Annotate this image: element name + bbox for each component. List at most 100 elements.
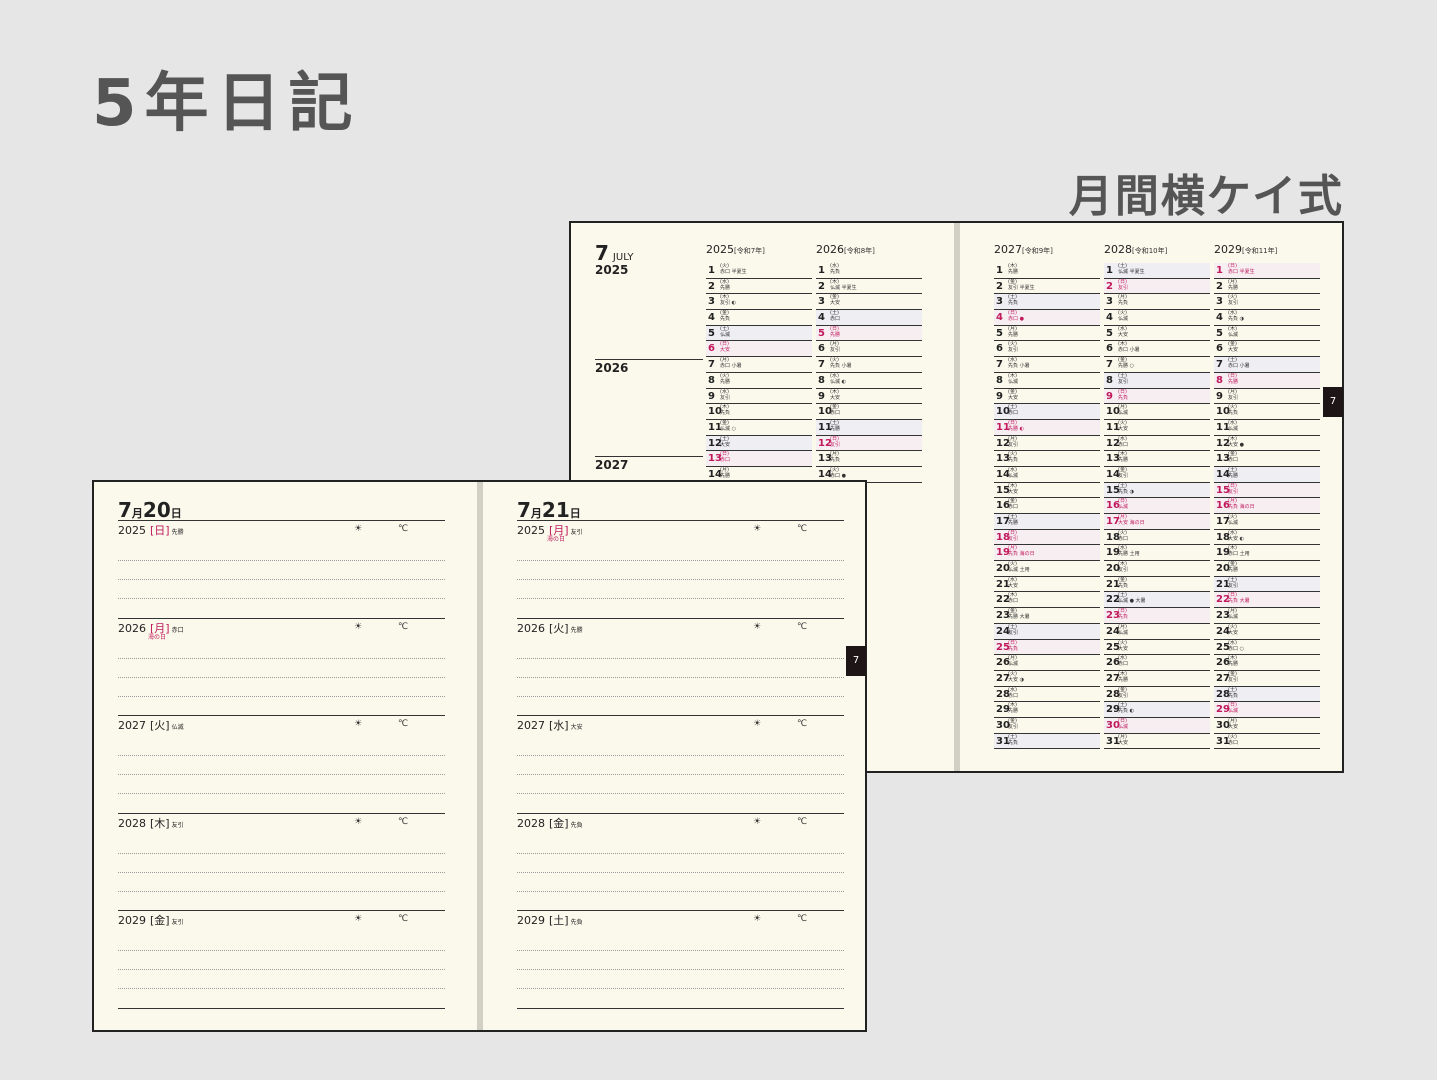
day-row[interactable]: 26 (木) 先勝 <box>1214 655 1320 671</box>
year-entry[interactable]: 2026 [月] 赤口 海の日 ☀ ℃ <box>118 617 445 715</box>
day-row[interactable]: 4 (金) 先負 <box>706 310 812 326</box>
day-row[interactable]: 16 (日) 仏滅 <box>1104 498 1210 514</box>
day-row[interactable]: 17 (火) 仏滅 <box>1214 514 1320 530</box>
day-row[interactable]: 7 (水) 先負 小暑 <box>994 357 1100 373</box>
day-row[interactable]: 9 (日) 先負 <box>1104 388 1210 405</box>
day-row[interactable]: 10 (土) 赤口 <box>994 404 1100 420</box>
day-row[interactable]: 11 (火) 大安 <box>1104 420 1210 436</box>
year-entry[interactable]: 2026 [火] 先勝 ☀ ℃ <box>517 617 844 715</box>
year-entry[interactable]: 2027 [火] 仏滅 ☀ ℃ <box>118 715 445 812</box>
day-row[interactable]: 14 (水) 仏滅 <box>994 467 1100 483</box>
day-row[interactable]: 24 (火) 大安 <box>1214 624 1320 640</box>
year-entry[interactable]: 2025 [月] 友引 海の日 ☀ ℃ <box>517 520 844 617</box>
day-row[interactable]: 22 (土) 仏滅 ● 大暑 <box>1104 592 1210 609</box>
day-row[interactable]: 28 (土) 先負 <box>1214 686 1320 703</box>
day-row[interactable]: 6 (火) 友引 <box>994 341 1100 358</box>
day-row[interactable]: 12 (日) 友引 <box>816 435 922 452</box>
year-entry[interactable]: 2028 [木] 友引 ☀ ℃ <box>118 812 445 910</box>
day-row[interactable]: 28 (水) 赤口 <box>994 687 1100 703</box>
day-row[interactable]: 16 (月) 先負 海の日 <box>1214 498 1320 514</box>
day-row[interactable]: 4 (水) 先負 ◑ <box>1214 310 1320 326</box>
day-row[interactable]: 31 (月) 大安 <box>1104 734 1210 750</box>
day-row[interactable]: 5 (月) 先勝 <box>994 326 1100 342</box>
day-row[interactable]: 14 (金) 友引 <box>1104 467 1210 483</box>
day-row[interactable]: 3 (金) 大安 <box>816 294 922 311</box>
day-row[interactable]: 18 (水) 大安 ◐ <box>1214 530 1320 546</box>
day-row[interactable]: 19 (木) 赤口 土用 <box>1214 545 1320 562</box>
day-row[interactable]: 22 (日) 先負 大暑 <box>1214 592 1320 609</box>
day-row[interactable]: 23 (月) 仏滅 <box>1214 608 1320 624</box>
day-row[interactable]: 31 (火) 赤口 <box>1214 734 1320 750</box>
day-row[interactable]: 26 (月) 仏滅 <box>994 655 1100 671</box>
day-row[interactable]: 5 (日) 先勝 <box>816 325 922 342</box>
month-tab[interactable]: 7 <box>1323 387 1343 417</box>
day-row[interactable]: 29 (土) 先負 ◐ <box>1104 702 1210 718</box>
day-row[interactable]: 8 (火) 先勝 <box>706 373 812 389</box>
day-row[interactable]: 13 (火) 先負 <box>994 451 1100 467</box>
day-row[interactable]: 4 (日) 赤口 ● <box>994 310 1100 326</box>
day-row[interactable]: 13 (日) 赤口 <box>706 451 812 467</box>
year-entry[interactable]: 2025 [日] 先勝 ☀ ℃ <box>118 520 445 617</box>
day-row[interactable]: 11 (日) 先勝 ◐ <box>994 419 1100 436</box>
day-row[interactable]: 9 (水) 友引 <box>706 389 812 405</box>
day-row[interactable]: 6 (木) 赤口 小暑 <box>1104 341 1210 358</box>
day-row[interactable]: 11 (金) 仏滅 ○ <box>706 420 812 436</box>
day-row[interactable]: 16 (金) 赤口 <box>994 498 1100 514</box>
day-row[interactable]: 9 (金) 大安 <box>994 389 1100 405</box>
month-tab[interactable]: 7 <box>846 646 866 676</box>
day-row[interactable]: 14 (土) 先勝 <box>1214 466 1320 483</box>
day-row[interactable]: 25 (水) 赤口 ○ <box>1214 640 1320 656</box>
day-row[interactable]: 19 (月) 先負 海の日 <box>994 545 1100 562</box>
year-entry[interactable]: 2027 [水] 大安 ☀ ℃ <box>517 715 844 812</box>
year-entry[interactable]: 2029 [金] 友引 ☀ ℃ <box>118 910 445 1007</box>
day-row[interactable]: 1 (日) 赤口 半夏生 <box>1214 263 1320 279</box>
day-row[interactable]: 25 (火) 大安 <box>1104 640 1210 656</box>
day-row[interactable]: 5 (水) 大安 <box>1104 326 1210 342</box>
day-row[interactable]: 20 (金) 先勝 <box>1214 561 1320 577</box>
day-row[interactable]: 7 (火) 先負 小暑 <box>816 357 922 373</box>
day-row[interactable]: 2 (水) 先勝 <box>706 279 812 295</box>
day-row[interactable]: 7 (土) 赤口 小暑 <box>1214 357 1320 373</box>
day-row[interactable]: 11 (土) 先勝 <box>816 419 922 436</box>
day-row[interactable]: 13 (金) 赤口 <box>1214 451 1320 467</box>
day-row[interactable]: 30 (日) 仏滅 <box>1104 717 1210 734</box>
day-row[interactable]: 1 (水) 先負 <box>816 263 922 279</box>
day-row[interactable]: 15 (土) 先負 ◑ <box>1104 482 1210 499</box>
day-row[interactable]: 21 (金) 先負 <box>1104 577 1210 593</box>
day-row[interactable]: 31 (土) 先負 <box>994 733 1100 750</box>
day-row[interactable]: 8 (水) 仏滅 ◐ <box>816 373 922 389</box>
day-row[interactable]: 13 (木) 先勝 <box>1104 451 1210 467</box>
day-row[interactable]: 12 (水) 赤口 <box>1104 436 1210 452</box>
day-row[interactable]: 5 (土) 仏滅 <box>706 325 812 342</box>
year-entry[interactable]: 2029 [土] 先負 ☀ ℃ <box>517 910 844 1007</box>
day-row[interactable]: 6 (日) 大安 <box>706 341 812 358</box>
day-row[interactable]: 2 (木) 仏滅 半夏生 <box>816 279 922 295</box>
day-row[interactable]: 29 (木) 先勝 <box>994 702 1100 718</box>
day-row[interactable]: 9 (月) 友引 <box>1214 389 1320 405</box>
day-row[interactable]: 18 (火) 赤口 <box>1104 530 1210 546</box>
day-row[interactable]: 15 (木) 大安 <box>994 483 1100 499</box>
day-row[interactable]: 25 (日) 先負 <box>994 639 1100 656</box>
day-row[interactable]: 3 (月) 先負 <box>1104 294 1210 311</box>
day-row[interactable]: 6 (金) 大安 <box>1214 341 1320 358</box>
day-row[interactable]: 17 (土) 先勝 <box>994 514 1100 530</box>
day-row[interactable]: 18 (日) 友引 <box>994 529 1100 546</box>
day-row[interactable]: 9 (木) 大安 <box>816 389 922 405</box>
year-entry[interactable]: 2028 [金] 先負 ☀ ℃ <box>517 812 844 910</box>
day-row[interactable]: 4 (火) 仏滅 <box>1104 310 1210 326</box>
day-row[interactable]: 11 (水) 仏滅 <box>1214 420 1320 436</box>
day-row[interactable]: 12 (木) 大安 ● <box>1214 436 1320 452</box>
day-row[interactable]: 7 (金) 先勝 ○ <box>1104 357 1210 373</box>
day-row[interactable]: 1 (木) 先勝 <box>994 263 1100 279</box>
day-row[interactable]: 24 (土) 友引 <box>994 623 1100 640</box>
day-row[interactable]: 8 (日) 先勝 <box>1214 372 1320 389</box>
day-row[interactable]: 2 (月) 先勝 <box>1214 279 1320 295</box>
day-row[interactable]: 27 (金) 友引 <box>1214 671 1320 687</box>
day-row[interactable]: 21 (水) 大安 <box>994 577 1100 593</box>
day-row[interactable]: 10 (木) 先負 <box>706 404 812 420</box>
day-row[interactable]: 20 (木) 友引 <box>1104 561 1210 577</box>
day-row[interactable]: 13 (月) 先負 <box>816 451 922 467</box>
day-row[interactable]: 29 (日) 仏滅 <box>1214 702 1320 718</box>
day-row[interactable]: 1 (火) 赤口 半夏生 <box>706 263 812 279</box>
day-row[interactable]: 3 (土) 先負 <box>994 294 1100 311</box>
